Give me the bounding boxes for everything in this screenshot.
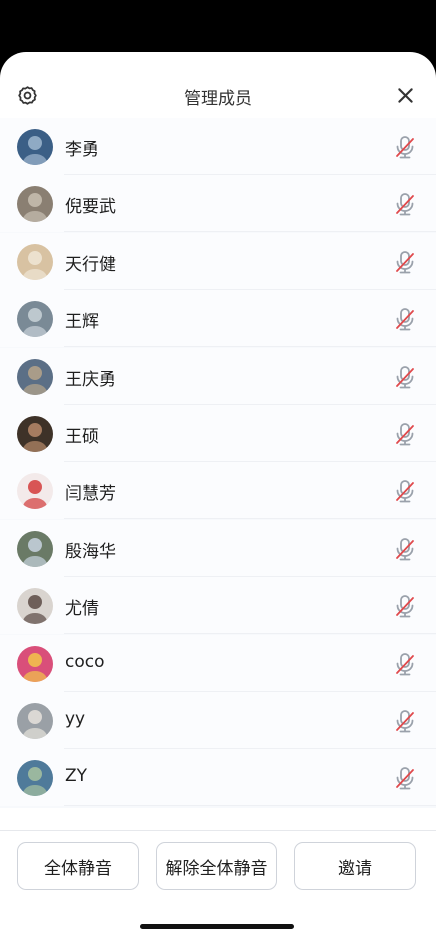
avatar [17, 473, 53, 510]
member-name: 王硕 [65, 427, 99, 447]
member-name: 倪要武 [65, 197, 116, 218]
member-row[interactable]: 王庆勇 [0, 347, 436, 405]
avatar [17, 243, 53, 280]
mic-muted-icon[interactable] [394, 479, 416, 503]
member-name: 李勇 [65, 140, 99, 160]
member-row[interactable]: 殷海华 [0, 519, 436, 577]
member-name: 尤倩 [65, 599, 99, 620]
mic-muted-icon[interactable] [394, 537, 416, 561]
member-row[interactable]: yy [0, 692, 436, 749]
avatar [17, 301, 53, 338]
member-row[interactable]: 王辉 [0, 290, 436, 348]
avatar [17, 186, 53, 223]
mic-muted-icon[interactable] [394, 766, 416, 790]
mic-muted-icon[interactable] [394, 652, 416, 676]
member-row[interactable]: 闫慧芳 [0, 462, 436, 520]
home-indicator [140, 924, 294, 929]
member-row[interactable]: 王硕 [0, 405, 436, 462]
member-row[interactable]: 倪要武 [0, 175, 436, 233]
member-row[interactable]: 李勇 [0, 118, 436, 175]
avatar [17, 129, 53, 165]
member-name: 天行健 [65, 254, 116, 275]
page-title: 管理成员 [184, 89, 252, 109]
close-icon[interactable] [395, 85, 416, 106]
unmute-all-button[interactable]: 解除全体静音 [156, 842, 277, 890]
avatar [17, 416, 53, 452]
member-name: yy [65, 709, 86, 729]
member-row[interactable]: 天行健 [0, 232, 436, 290]
avatar [17, 358, 53, 395]
member-list: 李勇倪要武天行健王辉王庆勇王硕闫慧芳殷海华尤倩 coco yy ZY [0, 118, 436, 808]
mic-muted-icon[interactable] [394, 192, 416, 216]
mic-muted-icon[interactable] [394, 709, 416, 733]
member-name: ZY [65, 766, 88, 787]
member-row[interactable]: 尤倩 [0, 577, 436, 635]
avatar [17, 588, 53, 625]
mic-muted-icon[interactable] [394, 250, 416, 274]
member-name: 殷海华 [65, 541, 116, 562]
mic-muted-icon[interactable] [394, 422, 416, 446]
footer-divider [0, 830, 436, 831]
member-name: 闫慧芳 [65, 484, 116, 505]
mic-muted-icon[interactable] [394, 365, 416, 389]
avatar [17, 760, 53, 797]
member-row[interactable]: ZY [0, 749, 436, 807]
member-name: 王庆勇 [65, 369, 116, 390]
member-name: coco [65, 651, 105, 672]
mic-muted-icon[interactable] [394, 594, 416, 618]
manage-members-sheet: 管理成员 李勇倪要武天行健王辉王庆勇王硕闫慧芳殷海华尤倩 coco yy ZY 全体静… [0, 52, 436, 938]
mic-muted-icon[interactable] [394, 307, 416, 331]
member-name: 王辉 [65, 312, 99, 333]
mic-muted-icon[interactable] [394, 135, 416, 159]
avatar [17, 530, 53, 567]
invite-button[interactable]: 邀请 [294, 842, 416, 890]
row-divider [64, 805, 436, 807]
member-row[interactable]: coco [0, 634, 436, 692]
avatar [17, 645, 53, 682]
avatar [17, 703, 53, 739]
mute-all-button[interactable]: 全体静音 [17, 842, 139, 890]
